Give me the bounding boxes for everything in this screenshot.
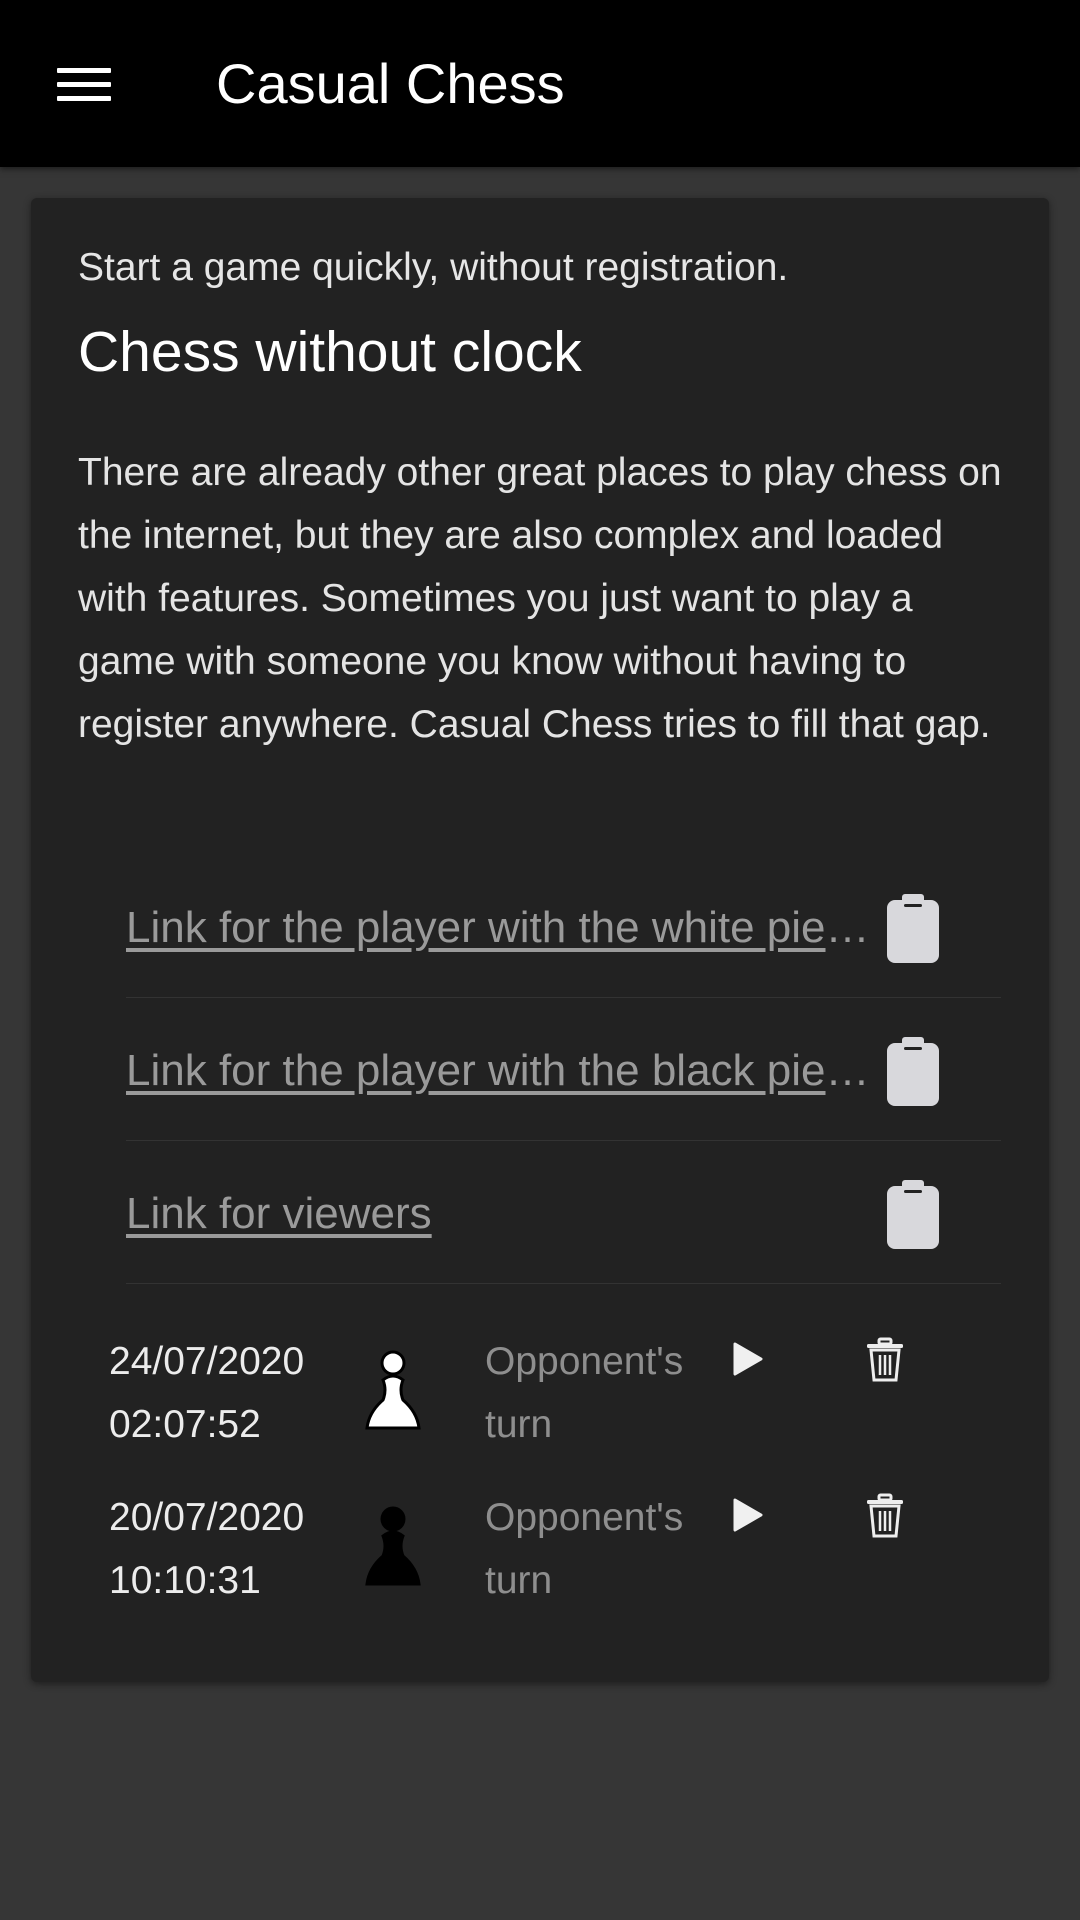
copy-black-link-button[interactable] xyxy=(886,1037,946,1107)
game-status-line1: Opponent's xyxy=(485,1496,684,1539)
play-game-button[interactable] xyxy=(725,1494,769,1538)
game-row: 24/07/2020 02:07:52 Opponent's turn xyxy=(31,1330,1049,1460)
main-card: Start a game quickly, without registrati… xyxy=(31,198,1049,1682)
clipboard-icon xyxy=(887,1180,939,1249)
clipboard-icon xyxy=(887,1037,939,1106)
description-text: There are already other great places to … xyxy=(78,451,1002,746)
app-title: Casual Chess xyxy=(216,52,565,115)
game-datetime: 24/07/2020 02:07:52 xyxy=(109,1330,304,1456)
copy-viewers-link-button[interactable] xyxy=(886,1180,946,1250)
white-player-link[interactable]: Link for the player with the white piece… xyxy=(126,900,872,956)
play-icon xyxy=(733,1498,763,1532)
viewers-link[interactable]: Link for viewers xyxy=(126,1186,872,1242)
black-pawn-icon xyxy=(365,1506,421,1586)
game-status: Opponent's turn xyxy=(485,1486,683,1612)
black-player-link[interactable]: Link for the player with the black piece… xyxy=(126,1043,872,1099)
game-row: 20/07/2020 10:10:31 Opponent's turn xyxy=(31,1486,1049,1616)
clipboard-icon xyxy=(887,894,939,963)
trash-icon xyxy=(867,1493,903,1538)
page-heading: Chess without clock xyxy=(78,320,582,384)
trash-icon xyxy=(867,1337,903,1382)
game-date: 24/07/2020 xyxy=(109,1340,305,1383)
menu-icon-bar xyxy=(57,82,111,87)
delete-game-button[interactable] xyxy=(861,1492,909,1540)
white-pawn-icon xyxy=(365,1350,421,1430)
delete-game-button[interactable] xyxy=(861,1336,909,1384)
app-bar: Casual Chess xyxy=(0,0,1080,167)
play-icon xyxy=(733,1342,763,1376)
menu-icon-bar xyxy=(57,96,111,101)
link-row-black: Link for the player with the black piece… xyxy=(126,997,1001,1141)
game-status-line2: turn xyxy=(485,1559,553,1602)
game-datetime: 20/07/2020 10:10:31 xyxy=(109,1486,304,1612)
game-date: 20/07/2020 xyxy=(109,1496,305,1539)
game-time: 02:07:52 xyxy=(109,1403,261,1446)
menu-icon xyxy=(57,68,111,73)
link-row-viewers: Link for viewers xyxy=(126,1140,1001,1284)
game-status: Opponent's turn xyxy=(485,1330,683,1456)
link-row-white: Link for the player with the white piece… xyxy=(126,854,1001,998)
game-status-line1: Opponent's xyxy=(485,1340,684,1383)
copy-white-link-button[interactable] xyxy=(886,894,946,964)
menu-button[interactable] xyxy=(40,44,128,124)
game-time: 10:10:31 xyxy=(109,1559,261,1602)
game-status-line2: turn xyxy=(485,1403,553,1446)
intro-text: Start a game quickly, without registrati… xyxy=(78,246,789,289)
play-game-button[interactable] xyxy=(725,1338,769,1382)
